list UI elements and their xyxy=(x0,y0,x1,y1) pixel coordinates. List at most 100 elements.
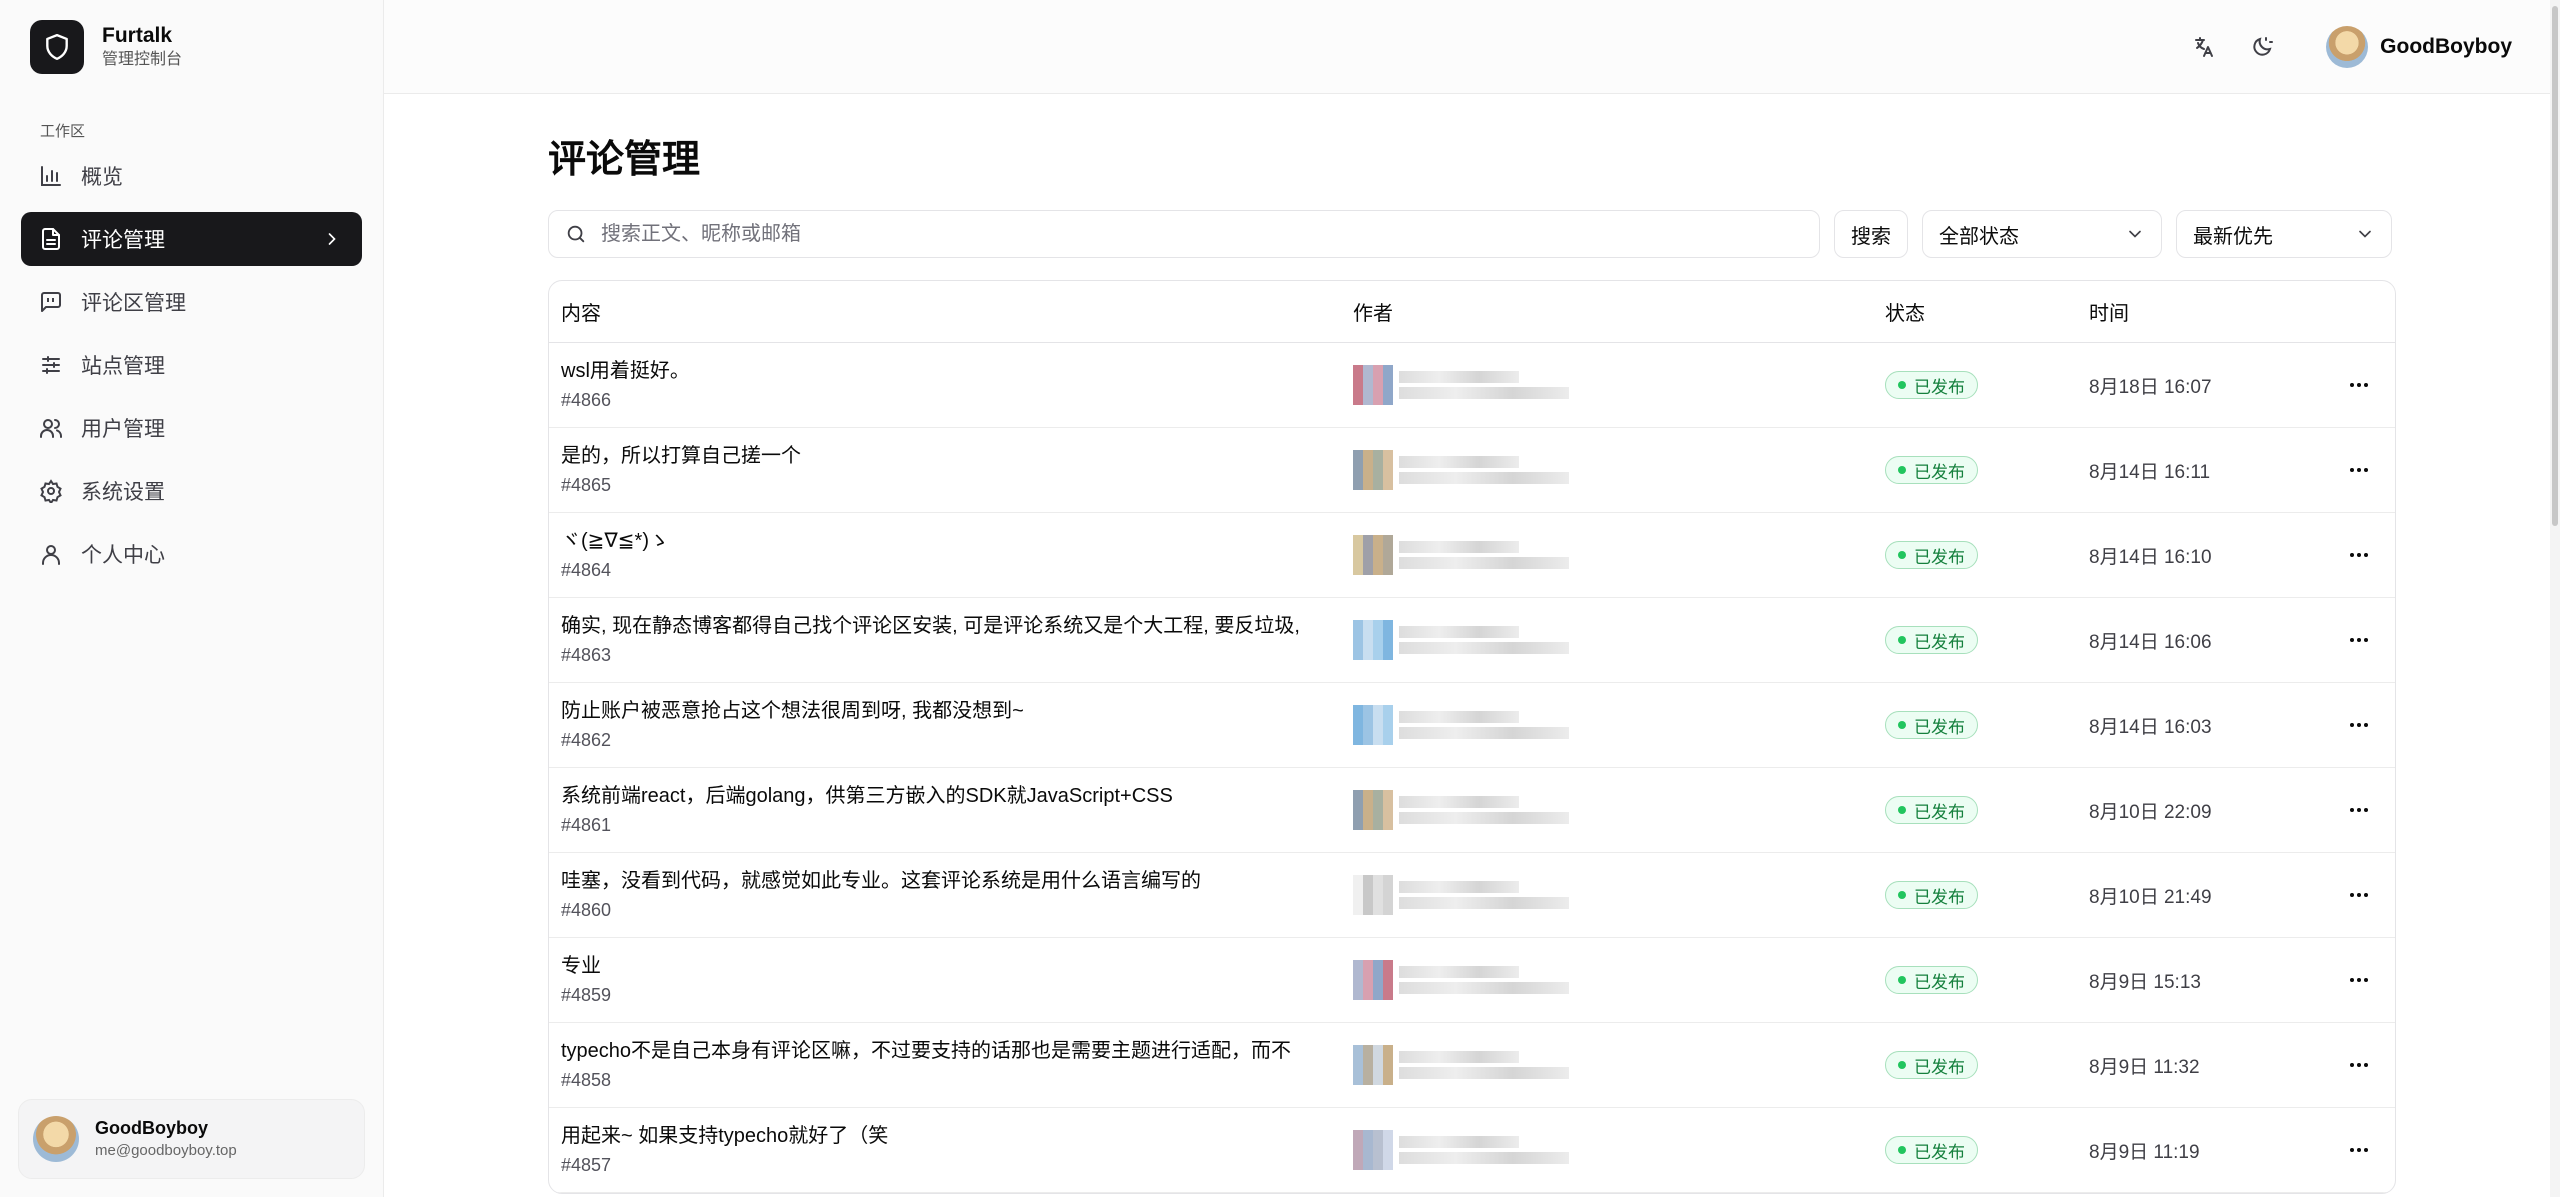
more-actions-button[interactable] xyxy=(2323,883,2395,907)
author-avatar-blurred xyxy=(1353,875,1393,915)
comment-text: 是的，所以打算自己搓一个 xyxy=(561,445,801,467)
comment-time: 8月10日 22:09 xyxy=(2089,801,2212,823)
table-row[interactable]: wsl用着挺好。 #4866 已发布 8月18日 16:07 xyxy=(549,343,2395,428)
brand[interactable]: Furtalk 管理控制台 xyxy=(0,0,383,94)
table-row[interactable]: ヾ(≧∇≦*)ゝ #4864 已发布 8月14日 16:10 xyxy=(549,513,2395,598)
sidebar-item-users[interactable]: 用户管理 xyxy=(21,401,362,455)
status-label: 已发布 xyxy=(1914,1057,1965,1077)
translate-icon[interactable] xyxy=(2190,33,2218,61)
search-box[interactable] xyxy=(548,210,1820,258)
comment-id: #4861 xyxy=(561,815,612,835)
search-input[interactable] xyxy=(601,222,1803,246)
comment-text: 哇塞，没看到代码，就感觉如此专业。这套评论系统是用什么语言编写的 xyxy=(561,870,1201,892)
comment-text: 防止账户被恶意抢占这个想法很周到呀, 我都没想到~ xyxy=(561,700,1024,722)
comment-id: #4860 xyxy=(561,900,612,920)
status-badge: 已发布 xyxy=(1885,966,1978,994)
table-header: 内容 作者 状态 时间 xyxy=(549,281,2395,343)
table-row[interactable]: 系统前端react，后端golang，供第三方嵌入的SDK就JavaScript… xyxy=(549,768,2395,853)
comment-text: 用起来~ 如果支持typecho就好了（笑 xyxy=(561,1125,889,1147)
user-name: GoodBoyboy xyxy=(95,1118,208,1138)
author-info-blurred xyxy=(1399,622,1569,658)
scrollbar-thumb[interactable] xyxy=(2552,6,2558,526)
sidebar-user-card[interactable]: GoodBoyboy me@goodboyboy.top xyxy=(18,1099,365,1179)
comment-time: 8月9日 11:19 xyxy=(2089,1141,2200,1163)
more-actions-button[interactable] xyxy=(2323,373,2395,397)
status-dot-icon xyxy=(1898,1061,1906,1069)
more-actions-button[interactable] xyxy=(2323,713,2395,737)
comment-text: 系统前端react，后端golang，供第三方嵌入的SDK就JavaScript… xyxy=(561,785,1173,807)
more-horizontal-icon xyxy=(2350,1063,2368,1067)
status-dot-icon xyxy=(1898,466,1906,474)
topbar-user-menu[interactable]: GoodBoyboy xyxy=(2326,25,2512,68)
sidebar-item-sites[interactable]: 站点管理 xyxy=(21,338,362,392)
more-horizontal-icon xyxy=(2350,808,2368,812)
comment-time: 8月14日 16:03 xyxy=(2089,716,2212,738)
comment-id: #4865 xyxy=(561,475,612,495)
more-actions-button[interactable] xyxy=(2323,543,2395,567)
comment-id: #4858 xyxy=(561,1070,612,1090)
more-horizontal-icon xyxy=(2350,468,2368,472)
search-icon xyxy=(565,223,587,245)
author-cell xyxy=(1341,450,1873,490)
author-cell xyxy=(1341,790,1873,830)
nav-group-label: 工作区 xyxy=(40,123,86,140)
more-actions-button[interactable] xyxy=(2323,1138,2395,1162)
author-avatar-blurred xyxy=(1353,790,1393,830)
theme-toggle-icon[interactable] xyxy=(2248,33,2276,61)
more-horizontal-icon xyxy=(2350,383,2368,387)
sidebar-item-settings[interactable]: 系统设置 xyxy=(21,464,362,518)
status-dot-icon xyxy=(1898,806,1906,814)
author-info-blurred xyxy=(1399,962,1569,998)
status-label: 已发布 xyxy=(1914,1142,1965,1162)
status-dot-icon xyxy=(1898,381,1906,389)
main-area: GoodBoyboy 评论管理 搜索 全部状态 xyxy=(384,0,2560,1197)
sidebar-item-label: 个人中心 xyxy=(81,544,165,567)
author-info-blurred xyxy=(1399,1132,1569,1168)
table-row[interactable]: typecho不是自己本身有评论区嘛，不过要支持的话那也是需要主题进行适配，而不… xyxy=(549,1023,2395,1108)
table-row[interactable]: 用起来~ 如果支持typecho就好了（笑 #4857 已发布 8月9日 11:… xyxy=(549,1108,2395,1193)
more-actions-button[interactable] xyxy=(2323,798,2395,822)
more-actions-button[interactable] xyxy=(2323,628,2395,652)
status-dot-icon xyxy=(1898,1146,1906,1154)
author-avatar-blurred xyxy=(1353,1045,1393,1085)
comment-text: typecho不是自己本身有评论区嘛，不过要支持的话那也是需要主题进行适配，而不 xyxy=(561,1040,1292,1062)
sort-select[interactable]: 最新优先 xyxy=(2176,210,2392,258)
table-row[interactable]: 防止账户被恶意抢占这个想法很周到呀, 我都没想到~ #4862 已发布 8月14… xyxy=(549,683,2395,768)
scrollbar[interactable] xyxy=(2550,0,2560,1197)
user-email: me@goodboyboy.top xyxy=(95,1142,237,1159)
author-avatar-blurred xyxy=(1353,365,1393,405)
sidebar-item-comment-areas[interactable]: 评论区管理 xyxy=(21,275,362,329)
author-info-blurred xyxy=(1399,707,1569,743)
sidebar-item-overview[interactable]: 概览 xyxy=(21,149,362,203)
status-label: 已发布 xyxy=(1914,547,1965,567)
status-badge: 已发布 xyxy=(1885,1051,1978,1079)
status-label: 已发布 xyxy=(1914,377,1965,397)
table-row[interactable]: 确实, 现在静态博客都得自己找个评论区安装, 可是评论系统又是个大工程, 要反垃… xyxy=(549,598,2395,683)
more-actions-button[interactable] xyxy=(2323,1053,2395,1077)
author-avatar-blurred xyxy=(1353,535,1393,575)
sort-value: 最新优先 xyxy=(2193,225,2273,248)
table-row[interactable]: 是的，所以打算自己搓一个 #4865 已发布 8月14日 16:11 xyxy=(549,428,2395,513)
more-horizontal-icon xyxy=(2350,553,2368,557)
status-filter-value: 全部状态 xyxy=(1939,225,2019,248)
comment-time: 8月14日 16:11 xyxy=(2089,461,2211,483)
header-time: 时间 xyxy=(2089,303,2129,325)
sidebar-item-comments[interactable]: 评论管理 xyxy=(21,212,362,266)
sidebar-item-label: 概览 xyxy=(81,166,123,189)
comment-id: #4859 xyxy=(561,985,612,1005)
bar-chart-icon xyxy=(39,164,63,188)
table-row[interactable]: 哇塞，没看到代码，就感觉如此专业。这套评论系统是用什么语言编写的 #4860 已… xyxy=(549,853,2395,938)
comment-text: 确实, 现在静态博客都得自己找个评论区安装, 可是评论系统又是个大工程, 要反垃… xyxy=(561,615,1300,637)
status-filter-select[interactable]: 全部状态 xyxy=(1922,210,2162,258)
status-dot-icon xyxy=(1898,636,1906,644)
author-cell xyxy=(1341,875,1873,915)
more-actions-button[interactable] xyxy=(2323,968,2395,992)
more-actions-button[interactable] xyxy=(2323,458,2395,482)
author-info-blurred xyxy=(1399,792,1569,828)
header-author: 作者 xyxy=(1353,303,1393,325)
status-badge: 已发布 xyxy=(1885,796,1978,824)
search-button[interactable]: 搜索 xyxy=(1834,210,1908,258)
users-icon xyxy=(39,416,63,440)
sidebar-item-profile[interactable]: 个人中心 xyxy=(21,527,362,581)
table-row[interactable]: 专业 #4859 已发布 8月9日 15:13 xyxy=(549,938,2395,1023)
